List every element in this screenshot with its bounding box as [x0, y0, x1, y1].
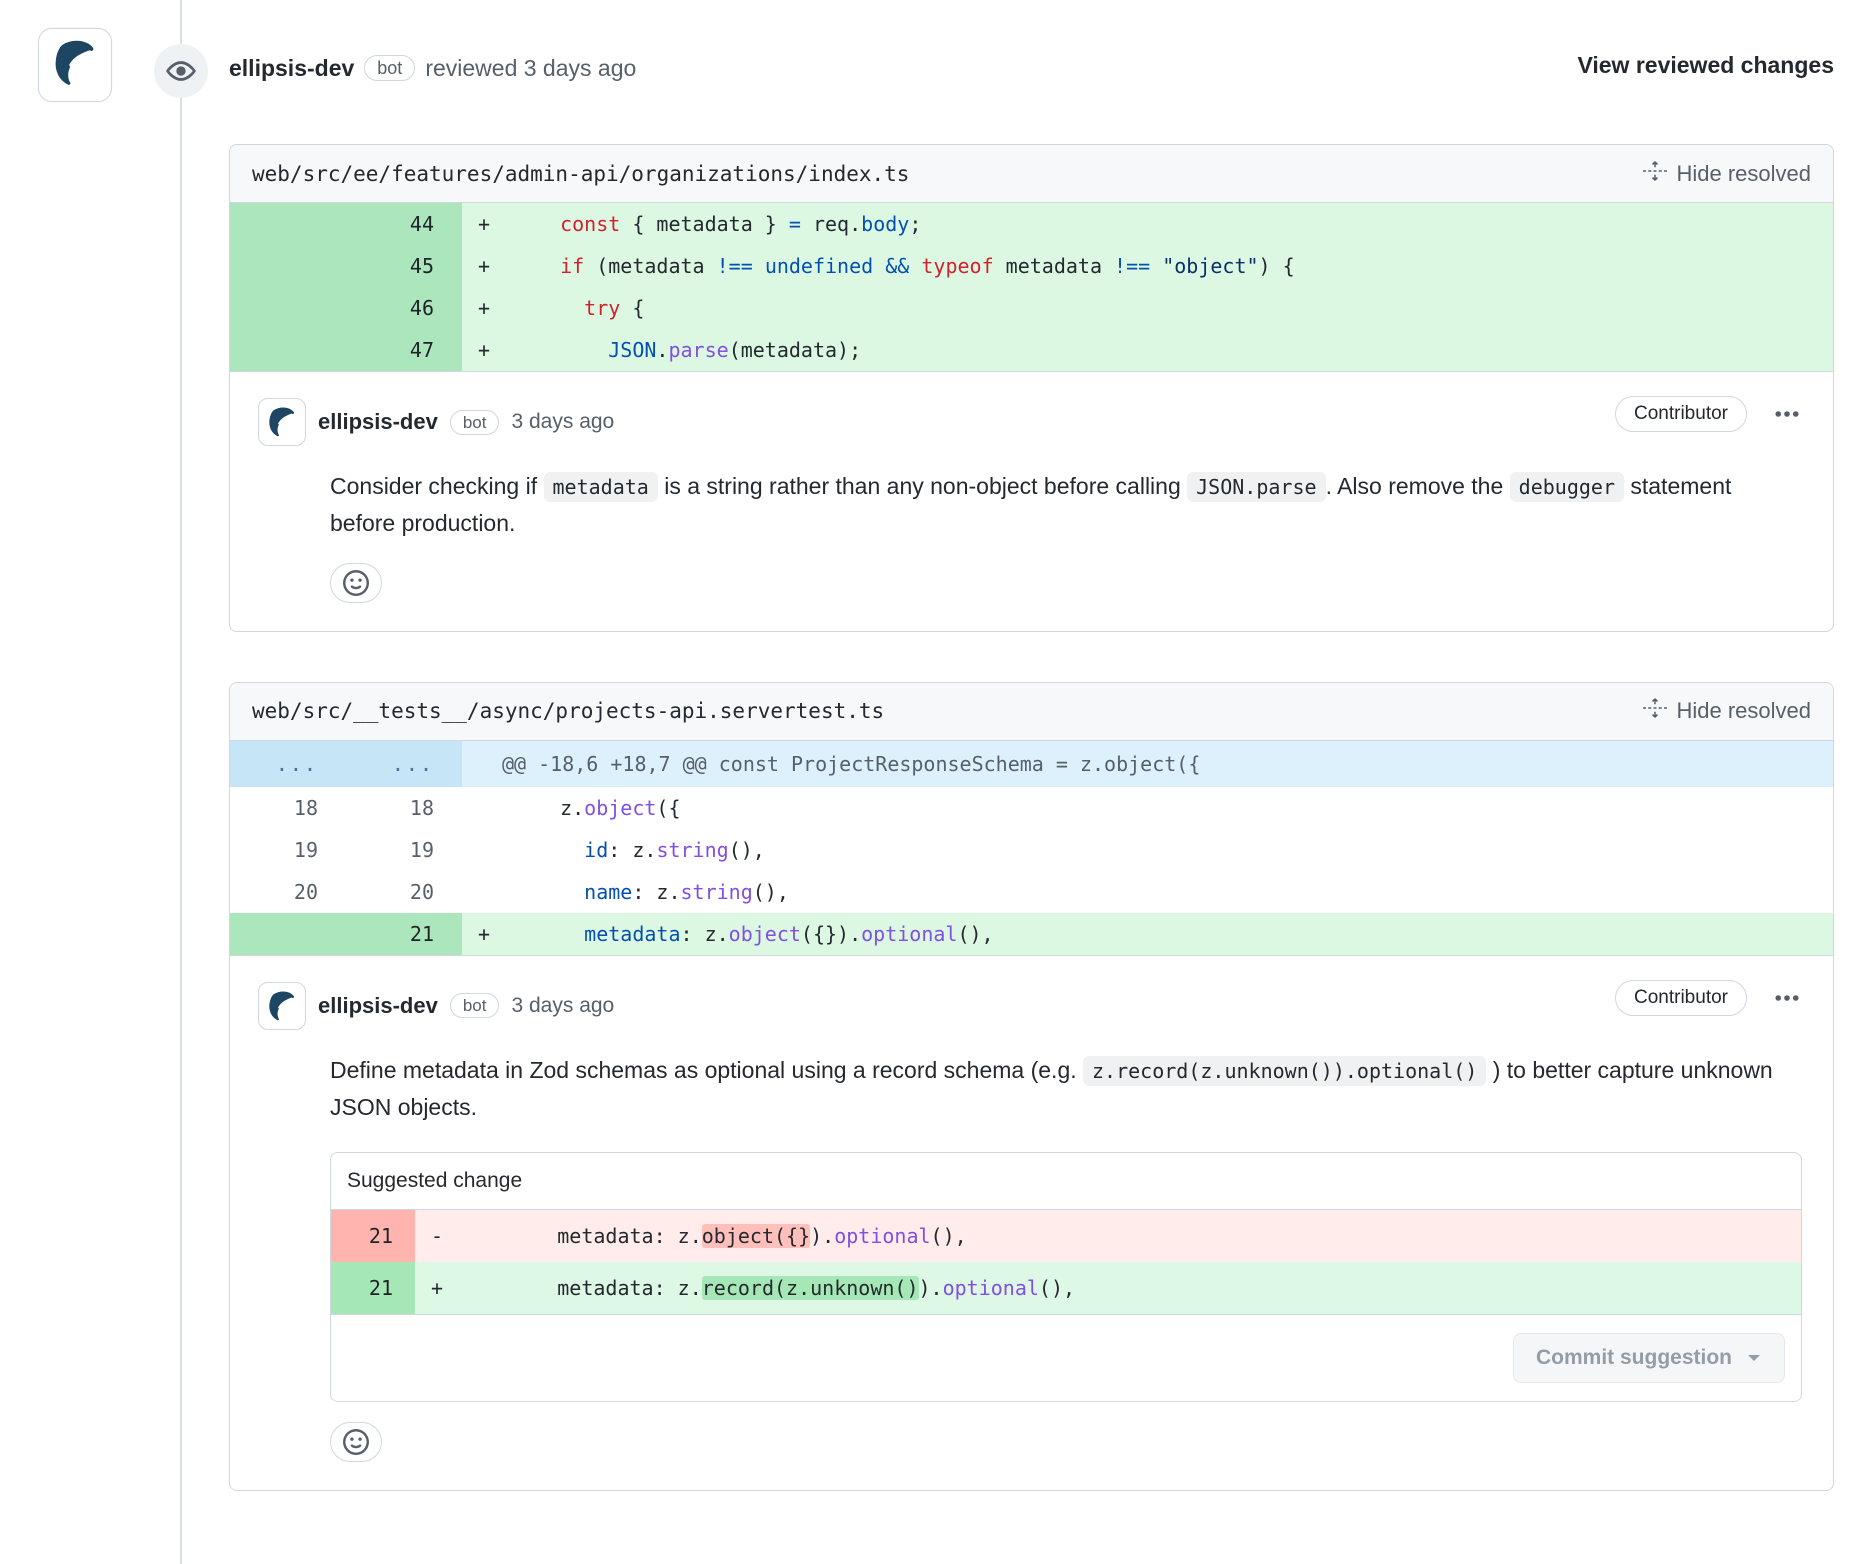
hide-resolved-button[interactable]: Hide resolved — [1643, 159, 1811, 189]
suggestion-added-line: 21 + metadata: z.record(z.unknown()).opt… — [331, 1262, 1801, 1314]
code-line: z.object({ — [512, 787, 1833, 829]
code-line: const { metadata } = req.body; — [512, 203, 1833, 245]
reviewer-avatar[interactable] — [38, 28, 112, 102]
timeline-line — [180, 0, 182, 1564]
reviewer-name[interactable]: ellipsis-dev — [229, 55, 354, 82]
code-line: JSON.parse(metadata); — [512, 329, 1833, 371]
file-path-link[interactable]: web/src/__tests__/async/projects-api.ser… — [252, 699, 884, 723]
diff-marker — [462, 829, 512, 871]
new-line-number: 45 — [346, 245, 462, 287]
diff-marker: + — [462, 203, 512, 245]
comment-avatar[interactable] — [258, 982, 306, 1030]
commit-suggestion-button[interactable]: Commit suggestion — [1513, 1333, 1785, 1383]
diff-marker — [462, 787, 512, 829]
view-reviewed-changes-link[interactable]: View reviewed changes — [1577, 52, 1834, 79]
code-line: try { — [512, 287, 1833, 329]
bot-badge: bot — [450, 993, 500, 1018]
diff-marker: + — [415, 1262, 461, 1314]
comment-menu-kebab-icon[interactable] — [1769, 396, 1805, 432]
new-line-number: 18 — [346, 787, 462, 829]
old-line-number — [230, 329, 346, 371]
add-reaction-button[interactable] — [330, 1422, 382, 1462]
diff-line-added: 46 + try { — [230, 287, 1833, 329]
code-line: metadata: z.record(z.unknown()).optional… — [461, 1262, 1801, 1314]
diff-hunk-header: ... ... @@ -18,6 +18,7 @@ const ProjectR… — [230, 741, 1833, 787]
old-line-number — [230, 913, 346, 955]
contributor-badge: Contributor — [1615, 980, 1747, 1016]
fold-icon — [1643, 696, 1667, 726]
review-header: ellipsis-dev bot reviewed 3 days ago Vie… — [229, 44, 1834, 92]
new-line-number: 21 — [346, 913, 462, 955]
hunk-new-dots: ... — [346, 741, 462, 787]
suggestion-deleted-line: 21 - metadata: z.object({}).optional(), — [331, 1210, 1801, 1262]
comment-avatar[interactable] — [258, 398, 306, 446]
diff-line-context: 18 18 z.object({ — [230, 787, 1833, 829]
bot-badge: bot — [364, 55, 415, 81]
review-eye-icon — [154, 44, 208, 98]
diff-line-added: 47 + JSON.parse(metadata); — [230, 329, 1833, 371]
old-line-number: 18 — [230, 787, 346, 829]
new-line-number: 20 — [346, 871, 462, 913]
code-line: if (metadata !== undefined && typeof met… — [512, 245, 1833, 287]
comment-menu-kebab-icon[interactable] — [1769, 980, 1805, 1016]
diff-block: 44 + const { metadata } = req.body; 45 +… — [230, 203, 1833, 371]
code-line: name: z.string(), — [512, 871, 1833, 913]
hide-resolved-label: Hide resolved — [1676, 161, 1811, 187]
code-line: metadata: z.object({}).optional(), — [461, 1210, 1801, 1262]
comment-body-text: Consider checking if metadata is a strin… — [330, 468, 1790, 543]
diff-block: ... ... @@ -18,6 +18,7 @@ const ProjectR… — [230, 741, 1833, 955]
diff-marker: - — [415, 1210, 461, 1262]
comment-author[interactable]: ellipsis-dev — [318, 409, 438, 435]
suggested-change-title: Suggested change — [331, 1153, 1801, 1210]
new-line-number: 19 — [346, 829, 462, 871]
comment-author[interactable]: ellipsis-dev — [318, 993, 438, 1019]
comment-timestamp[interactable]: 3 days ago — [511, 994, 614, 1018]
review-thread-card-2: web/src/__tests__/async/projects-api.ser… — [229, 682, 1834, 1492]
fold-icon — [1643, 159, 1667, 189]
comment-timestamp[interactable]: 3 days ago — [511, 410, 614, 434]
commit-suggestion-label: Commit suggestion — [1536, 1346, 1732, 1370]
diff-line-context: 19 19 id: z.string(), — [230, 829, 1833, 871]
diff-line-added: 44 + const { metadata } = req.body; — [230, 203, 1833, 245]
diff-line-added: 21 + metadata: z.object({}).optional(), — [230, 913, 1833, 955]
line-number: 21 — [331, 1210, 415, 1262]
diff-line-context: 20 20 name: z.string(), — [230, 871, 1833, 913]
ellipsis-dev-logo-icon — [49, 37, 101, 94]
new-line-number: 46 — [346, 287, 462, 329]
old-line-number: 19 — [230, 829, 346, 871]
review-comment: ellipsis-dev bot 3 days ago Contributor … — [230, 955, 1833, 1491]
review-action-text: reviewed 3 days ago — [425, 55, 636, 82]
diff-line-added: 45 + if (metadata !== undefined && typeo… — [230, 245, 1833, 287]
file-path-link[interactable]: web/src/ee/features/admin-api/organizati… — [252, 162, 909, 186]
code-line: metadata: z.object({}).optional(), — [512, 913, 1833, 955]
review-comment: ellipsis-dev bot 3 days ago Contributor … — [230, 371, 1833, 631]
line-number: 21 — [331, 1262, 415, 1314]
code-line: id: z.string(), — [512, 829, 1833, 871]
review-thread-card-1: web/src/ee/features/admin-api/organizati… — [229, 144, 1834, 632]
old-line-number: 20 — [230, 871, 346, 913]
hide-resolved-label: Hide resolved — [1676, 698, 1811, 724]
diff-marker: + — [462, 287, 512, 329]
hunk-old-dots: ... — [230, 741, 346, 787]
smiley-icon — [343, 570, 369, 596]
old-line-number — [230, 287, 346, 329]
new-line-number: 47 — [346, 329, 462, 371]
old-line-number — [230, 245, 346, 287]
hunk-text: @@ -18,6 +18,7 @@ const ProjectResponseS… — [462, 754, 1200, 774]
suggested-change-block: Suggested change 21 - metadata: z.object… — [330, 1152, 1802, 1402]
hide-resolved-button[interactable]: Hide resolved — [1643, 696, 1811, 726]
comment-body-text: Define metadata in Zod schemas as option… — [330, 1052, 1790, 1127]
diff-marker: + — [462, 245, 512, 287]
diff-marker: + — [462, 329, 512, 371]
new-line-number: 44 — [346, 203, 462, 245]
smiley-icon — [343, 1429, 369, 1455]
diff-marker: + — [462, 913, 512, 955]
old-line-number — [230, 203, 346, 245]
contributor-badge: Contributor — [1615, 396, 1747, 432]
diff-marker — [462, 871, 512, 913]
add-reaction-button[interactable] — [330, 563, 382, 603]
chevron-down-icon — [1746, 1352, 1762, 1364]
bot-badge: bot — [450, 410, 500, 435]
